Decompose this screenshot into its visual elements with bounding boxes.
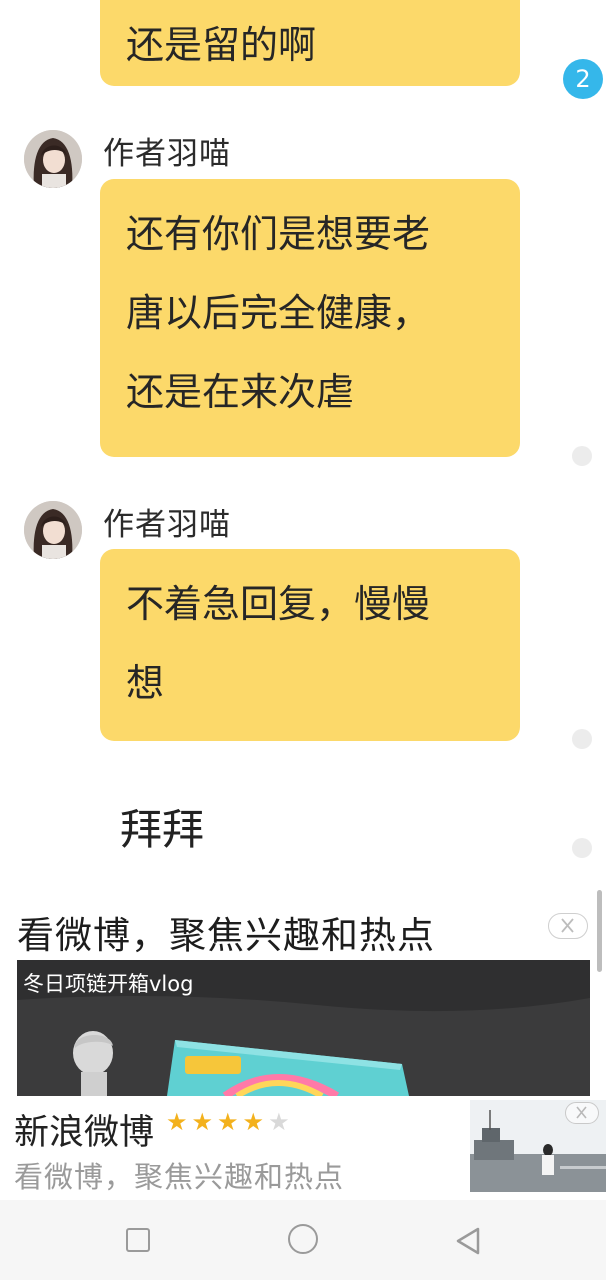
system-navigation-bar xyxy=(0,1200,606,1280)
star-icon: ★ xyxy=(217,1108,243,1136)
close-icon xyxy=(561,918,574,933)
app-rating: ★★★★★ xyxy=(166,1108,294,1136)
author-avatar[interactable] xyxy=(24,501,82,559)
star-icon: ★ xyxy=(191,1108,218,1136)
app-download-banner[interactable]: 新浪微博 ★★★★★ 看微博，聚焦兴趣和热点 xyxy=(0,1096,606,1200)
author-name: 作者羽喵 xyxy=(103,136,231,172)
status-dot xyxy=(572,446,592,466)
video-caption: 冬日项链开箱vlog xyxy=(23,972,194,996)
status-dot xyxy=(572,838,592,858)
status-dot xyxy=(572,729,592,749)
message-line: 还有你们是想要老 xyxy=(126,212,431,256)
unread-count-badge[interactable]: 2 xyxy=(563,59,603,99)
scrollbar[interactable] xyxy=(597,890,602,972)
star-icon: ★ xyxy=(166,1108,192,1136)
message-bubble-partial[interactable]: 还是留的啊 xyxy=(100,0,520,86)
star-empty-icon: ★ xyxy=(268,1108,294,1136)
author-avatar[interactable] xyxy=(24,130,82,188)
home-icon[interactable] xyxy=(288,1224,318,1254)
author-name: 作者羽喵 xyxy=(103,507,231,543)
back-icon[interactable] xyxy=(454,1226,482,1256)
app-description: 看微博，聚焦兴趣和热点 xyxy=(14,1160,345,1194)
recent-apps-icon[interactable] xyxy=(126,1228,150,1252)
close-icon xyxy=(576,1106,587,1119)
message-line: 还是在来次虐 xyxy=(126,370,355,414)
ad-close-button[interactable] xyxy=(548,913,588,939)
message-bubble[interactable]: 不着急回复，慢慢 想 xyxy=(100,549,520,741)
star-icon: ★ xyxy=(242,1108,269,1136)
app-thumbnail[interactable] xyxy=(470,1100,606,1192)
ad-dismiss-button[interactable] xyxy=(565,1102,599,1124)
avatar-image xyxy=(24,130,82,188)
message-text: 还是留的啊 xyxy=(126,23,317,67)
message-bubble[interactable]: 还有你们是想要老 唐以后完全健康， 还是在来次虐 xyxy=(100,179,520,457)
message-line: 不着急回复，慢慢 xyxy=(126,582,431,626)
message-line: 想 xyxy=(126,661,165,705)
message-line: 唐以后完全健康， xyxy=(126,291,431,335)
avatar-image xyxy=(24,501,82,559)
ad-headline[interactable]: 看微博，聚焦兴趣和热点 xyxy=(17,905,435,959)
ad-video[interactable]: 冬日项链开箱vlog xyxy=(17,960,590,1096)
plain-message[interactable]: 拜拜 xyxy=(120,796,204,857)
app-name: 新浪微博 xyxy=(14,1113,155,1153)
